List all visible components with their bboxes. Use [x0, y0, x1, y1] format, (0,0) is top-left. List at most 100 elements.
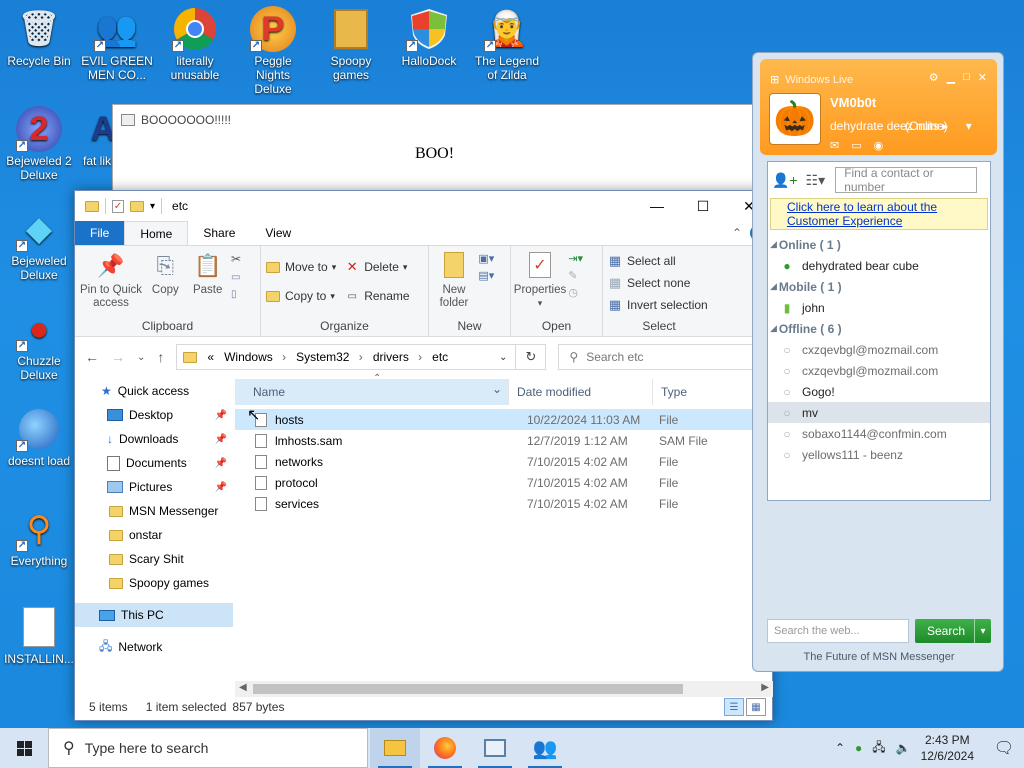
web-search-input[interactable]: Search the web...	[767, 619, 909, 643]
settings-icon[interactable]: ⚙	[929, 71, 939, 84]
msn-messenger-window[interactable]: ⊞ Windows Live ⚙ ▁ □ ✕ 🎃 VM0b0t (Online)…	[752, 52, 1004, 672]
desktop-icon-thunderbird[interactable]: ↗ doesnt load	[2, 406, 76, 468]
nav-scary-shit[interactable]: Scary Shit	[75, 547, 233, 571]
file-explorer-taskbar-icon[interactable]	[370, 728, 420, 768]
desktop-icon-evil-green-men[interactable]: 👥 ↗ EVIL GREEN MEN CO...	[80, 6, 154, 82]
maximize-button[interactable]: ☐	[680, 191, 726, 221]
nav-pictures[interactable]: Pictures 📌	[75, 475, 233, 499]
maximize-button[interactable]: □	[963, 71, 970, 84]
new-item-icon[interactable]: ▣▾	[478, 252, 494, 265]
web-search-button[interactable]: Search	[915, 619, 991, 643]
globe-icon[interactable]: ◉	[874, 139, 884, 152]
file-explorer-window[interactable]: ✓ ▾ etc — ☐ ✕ File Home Share View ⌃ ? 📌…	[74, 190, 773, 721]
breadcrumb-windows[interactable]: Windows	[224, 350, 286, 364]
add-contact-icon[interactable]: 👤+	[772, 172, 798, 189]
desktop-icon-zilda[interactable]: 🧝 ↗ The Legend of Zilda	[470, 6, 544, 82]
msn-personal-message[interactable]: dehydrate deez nuts ▸	[830, 119, 948, 133]
breadcrumb-etc[interactable]: etc	[432, 350, 454, 364]
easy-access-icon[interactable]: ▤▾	[478, 269, 494, 282]
contact-group-mobile[interactable]: ◢ Mobile ( 1 )	[768, 276, 990, 297]
new-folder-button[interactable]: New folder	[433, 250, 475, 310]
contact-item[interactable]: ○ cxzqevbgl@mozmail.com	[768, 360, 990, 381]
properties-check-icon[interactable]: ✓	[112, 199, 124, 213]
notification-center-icon[interactable]: 🗨	[984, 738, 1024, 758]
contact-item[interactable]: ▮ john	[768, 297, 990, 318]
select-none-button[interactable]: ▦ Select none	[607, 272, 711, 294]
show-hidden-icons-icon[interactable]: ⌃	[835, 741, 845, 755]
column-date-modified[interactable]: Date modified	[509, 379, 653, 405]
desktop-icon-installing[interactable]: INSTALLIN...	[2, 604, 76, 666]
address-bar[interactable]: « Windows System32 drivers etc ⌄	[176, 344, 517, 370]
nav-msn-messenger[interactable]: MSN Messenger	[75, 499, 233, 523]
tab-view[interactable]: View	[250, 221, 306, 245]
window-app-taskbar-icon[interactable]	[470, 728, 520, 768]
open-icon[interactable]: ⇥▾	[568, 252, 583, 265]
column-name[interactable]: Name	[235, 379, 509, 405]
contact-item[interactable]: ● dehydrated bear cube	[768, 255, 990, 276]
breadcrumb-drivers[interactable]: drivers	[373, 350, 422, 364]
mail-icon[interactable]: ✉	[830, 139, 839, 152]
close-button[interactable]: ✕	[978, 71, 987, 84]
minimize-button[interactable]: ▁	[947, 71, 955, 84]
explorer-titlebar[interactable]: ✓ ▾ etc — ☐ ✕	[75, 191, 772, 221]
tab-file[interactable]: File	[75, 221, 125, 245]
find-contact-input[interactable]: Find a contact or number	[835, 166, 978, 194]
edit-icon[interactable]: ✎	[568, 269, 583, 282]
desktop-icon-spoopy-games[interactable]: Spoopy games	[314, 6, 388, 82]
folder-icon[interactable]: ▭	[851, 139, 861, 152]
desktop-icon-bejeweled[interactable]: ◆ ↗ Bejeweled Deluxe	[2, 206, 76, 282]
desktop-icon-recycle-bin[interactable]: 🗑 Recycle Bin	[2, 6, 76, 68]
file-row[interactable]: hosts 10/22/2024 11:03 AM File ↖	[235, 407, 773, 430]
qat-dropdown-icon[interactable]: ▾	[150, 201, 155, 212]
desktop-icon-bejeweled-2[interactable]: 2 ↗ Bejeweled 2 Deluxe	[2, 106, 76, 182]
nav-desktop[interactable]: Desktop 📌	[75, 403, 233, 427]
pin-quick-access-button[interactable]: 📌 Pin to Quick access	[79, 250, 143, 310]
details-view-icon[interactable]: ☰	[724, 698, 744, 716]
nav-downloads[interactable]: ↓ Downloads 📌	[75, 427, 233, 451]
address-dropdown-icon[interactable]: ⌄	[499, 352, 507, 363]
scroll-left-icon[interactable]: ◀	[239, 682, 247, 693]
tab-home[interactable]: Home	[124, 221, 189, 245]
select-all-button[interactable]: ▦ Select all	[607, 250, 711, 272]
rename-button[interactable]: ▭ Rename	[344, 285, 409, 307]
tab-share[interactable]: Share	[188, 221, 250, 245]
contact-item[interactable]: ○ cxzqevbgl@mozmail.com	[768, 339, 990, 360]
recent-locations-icon[interactable]: ⌄	[137, 352, 145, 363]
volume-icon[interactable]: 🔈	[896, 741, 911, 755]
start-button[interactable]	[0, 728, 48, 768]
copy-to-button[interactable]: Copy to ▾	[265, 285, 336, 307]
firefox-taskbar-icon[interactable]	[420, 728, 470, 768]
nav-this-pc[interactable]: This PC	[75, 603, 233, 627]
desktop-icon-peggle[interactable]: P ↗ Peggle Nights Deluxe	[236, 6, 310, 96]
nav-spoopy-games[interactable]: Spoopy games	[75, 571, 233, 595]
contact-item[interactable]: ○ mv	[768, 402, 990, 423]
copy-button[interactable]: ⎘ Copy	[146, 250, 184, 297]
desktop-icon-everything[interactable]: ⚲ ↗ Everything	[2, 506, 76, 568]
customer-experience-link[interactable]: Click here to learn about the Customer E…	[770, 198, 988, 230]
up-arrow-icon[interactable]: ↑	[157, 349, 164, 365]
contact-item[interactable]: ○ yellows111 - beenz	[768, 444, 990, 465]
move-to-button[interactable]: Move to ▾	[265, 256, 336, 278]
file-row[interactable]: networks 7/10/2015 4:02 AM File	[235, 451, 773, 472]
nav-onstar[interactable]: onstar	[75, 523, 233, 547]
msn-display-name[interactable]: VM0b0t	[830, 95, 876, 110]
properties-button[interactable]: ✓ Properties ▾	[514, 250, 566, 310]
paste-button[interactable]: 📋 Paste	[188, 250, 228, 297]
large-icons-view-icon[interactable]: ▦	[746, 698, 766, 716]
taskbar-search-box[interactable]: ⚲ Type here to search	[48, 728, 368, 768]
clock[interactable]: 2:43 PM 12/6/2024	[921, 732, 974, 764]
scroll-right-icon[interactable]: ▶	[761, 682, 769, 693]
cut-icon[interactable]: ✂	[231, 252, 241, 266]
invert-selection-button[interactable]: ▦ Invert selection	[607, 294, 711, 316]
file-row[interactable]: services 7/10/2015 4:02 AM File	[235, 493, 773, 514]
desktop-icon-fat-lik[interactable]: A fat lik	[80, 106, 114, 168]
new-folder-icon[interactable]	[130, 200, 144, 212]
contact-item[interactable]: ○ sobaxo1144@confmin.com	[768, 423, 990, 444]
boo-titlebar[interactable]: BOOOOOOO!!!!!	[113, 105, 756, 135]
desktop-icon-hallodock[interactable]: ↗ HalloDock	[392, 6, 466, 68]
contact-item[interactable]: ○ Gogo!	[768, 381, 990, 402]
minimize-button[interactable]: —	[634, 191, 680, 221]
messenger-taskbar-icon[interactable]: 👥	[520, 728, 570, 768]
forward-arrow-icon[interactable]: →	[111, 349, 125, 365]
history-icon[interactable]: ◷	[568, 286, 583, 299]
